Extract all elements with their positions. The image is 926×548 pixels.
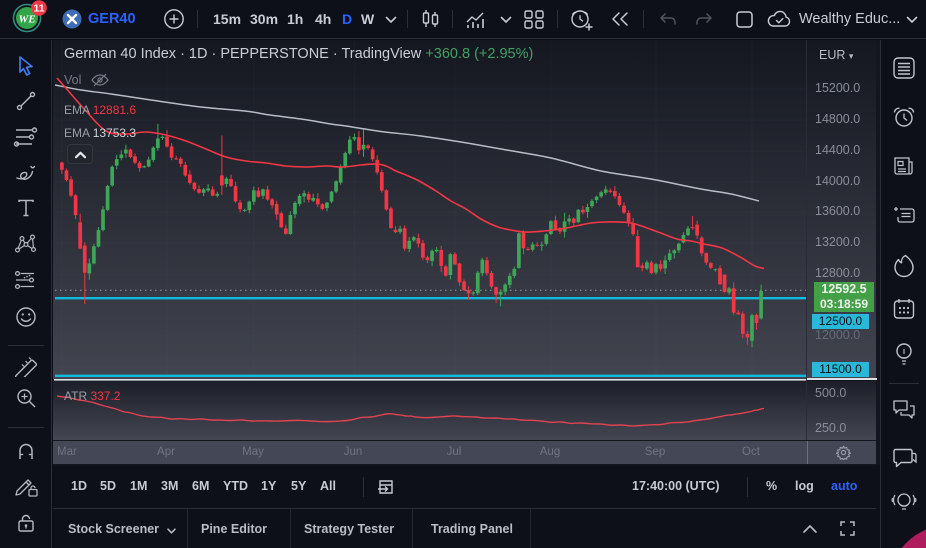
svg-text:WE: WE xyxy=(18,14,35,26)
svg-text:11: 11 xyxy=(33,3,44,15)
